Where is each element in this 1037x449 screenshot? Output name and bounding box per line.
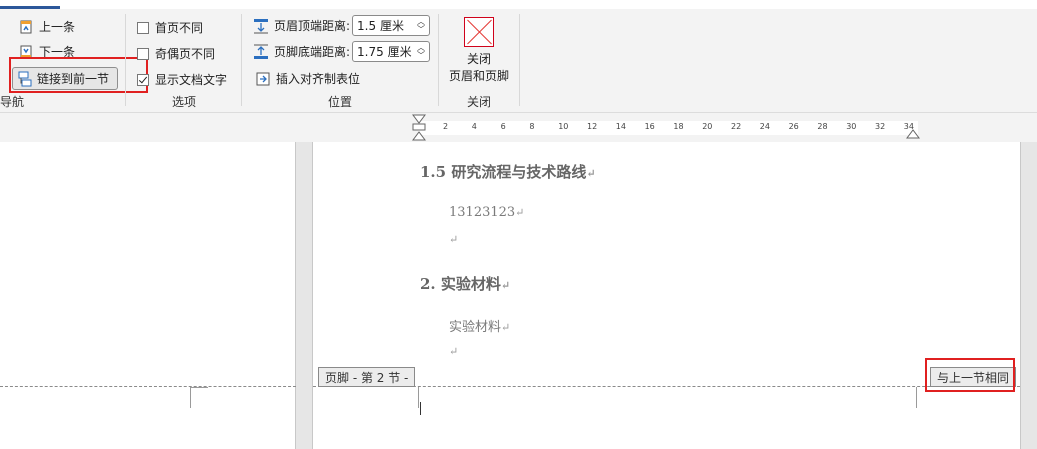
previous-page <box>0 142 296 449</box>
header-top-distance-control: 页眉顶端距离: 1.5 厘米 ︿ ﹀ <box>253 15 431 36</box>
checkbox-checked-icon <box>137 73 149 86</box>
different-odd-even-checkbox[interactable]: 奇偶页不同 <box>137 45 215 62</box>
tab-strip <box>0 0 1037 9</box>
footer-bottom-distance-control: 页脚底端距离: 1.75 厘米 ︿ ﹀ <box>253 41 431 62</box>
group-separator <box>241 14 242 106</box>
prev-section-label: 上一条 <box>39 20 76 34</box>
ruler-tick-label: 24 <box>759 122 770 131</box>
spinner-arrows-icon[interactable]: ︿ ﹀ <box>417 43 425 60</box>
active-tab-indicator <box>0 6 60 9</box>
different-odd-even-label: 奇偶页不同 <box>155 47 216 61</box>
prev-section-button[interactable]: 上一条 <box>18 18 75 35</box>
ruler-tick-label: 20 <box>702 122 713 131</box>
ruler-tick-label: 30 <box>846 122 857 131</box>
footer-bottom-distance-value: 1.75 厘米 <box>357 45 412 59</box>
previous-icon <box>20 20 32 33</box>
close-icon <box>464 17 494 47</box>
horizontal-ruler[interactable]: 2 4 6 8 10 12 14 16 18 20 22 24 26 28 30 32 34 <box>0 113 1037 142</box>
close-group-label: 关闭 <box>467 95 492 109</box>
insert-alignment-tab-button[interactable]: 插入对齐制表位 <box>255 70 360 87</box>
ruler-tick-label: 18 <box>673 122 684 131</box>
body-paragraph-2: 实验材料↵ <box>449 320 511 335</box>
footer-bottom-distance-label: 页脚底端距离: <box>274 45 351 59</box>
header-top-distance-value: 1.5 厘米 <box>357 19 404 33</box>
ribbon: 上一条 下一条 链接到前一节 导航 首页不同 奇偶页不同 显示文档文字 选项 页… <box>0 0 1037 113</box>
ruler-tick-label: 6 <box>500 122 506 131</box>
ruler-tick-label: 16 <box>644 122 655 131</box>
body-paragraph-1: 13123123↵ <box>449 205 525 220</box>
ruler-tick-label: 8 <box>529 122 535 131</box>
margin-corner-mark <box>418 387 419 408</box>
navigation-group-label: 导航 <box>0 95 25 109</box>
different-first-page-checkbox[interactable]: 首页不同 <box>137 19 203 36</box>
options-group-label: 选项 <box>172 95 197 109</box>
checkbox-icon <box>137 21 149 34</box>
margin-corner-mark <box>190 387 208 408</box>
ruler-tick-label: 12 <box>587 122 598 131</box>
text-cursor <box>420 402 421 415</box>
footer-bottom-distance-input[interactable]: 1.75 厘米 ︿ ﹀ <box>352 41 431 62</box>
footer-distance-icon <box>254 44 268 59</box>
different-first-page-label: 首页不同 <box>155 21 204 35</box>
empty-paragraph-mark: ↵ <box>449 233 459 246</box>
section-heading-2: 2. 实验材料↵ <box>420 275 511 293</box>
indent-marker-icon[interactable] <box>411 113 427 142</box>
ruler-tick-label: 4 <box>471 122 477 131</box>
close-label-line2: 页眉和页脚 <box>448 69 509 83</box>
checkbox-icon <box>137 47 149 60</box>
ruler-tick-label: 10 <box>558 122 569 131</box>
show-document-text-label: 显示文档文字 <box>155 73 228 87</box>
show-document-text-checkbox[interactable]: 显示文档文字 <box>137 71 227 88</box>
margin-corner-mark <box>916 387 917 408</box>
group-separator <box>125 14 126 106</box>
highlight-box-same-as-previous <box>925 358 1015 392</box>
header-top-distance-label: 页眉顶端距离: <box>274 19 351 33</box>
header-distance-icon <box>254 18 268 33</box>
ruler-tick-label: 26 <box>788 122 799 131</box>
header-top-distance-input[interactable]: 1.5 厘米 ︿ ﹀ <box>352 15 431 36</box>
group-separator <box>438 14 439 106</box>
ruler-tick-label: 32 <box>875 122 886 131</box>
group-separator <box>519 14 520 106</box>
position-group-label: 位置 <box>328 95 353 109</box>
alignment-tab-icon <box>256 72 270 85</box>
ruler-tick-label: 2 <box>443 122 449 131</box>
ruler-tick-label: 14 <box>615 122 626 131</box>
empty-paragraph-mark: ↵ <box>449 345 459 358</box>
footer-section-tag: 页脚 - 第 2 节 - <box>318 367 416 387</box>
highlight-box-link-previous <box>9 57 148 93</box>
close-header-footer-button[interactable]: 关闭 页眉和页脚 <box>446 17 512 84</box>
ruler-tick-label: 34 <box>903 122 914 131</box>
footer-boundary-line <box>313 386 1020 387</box>
ruler-active-band <box>418 121 918 135</box>
ruler-tick-label: 28 <box>817 122 828 131</box>
footer-boundary-line-left <box>0 386 296 387</box>
close-label-line1: 关闭 <box>466 52 491 66</box>
ruler-tick-label: 22 <box>731 122 742 131</box>
spinner-arrows-icon[interactable]: ︿ ﹀ <box>417 17 425 34</box>
insert-alignment-tab-label: 插入对齐制表位 <box>276 72 361 86</box>
section-heading-1: 1.5 研究流程与技术路线↵ <box>420 163 596 181</box>
